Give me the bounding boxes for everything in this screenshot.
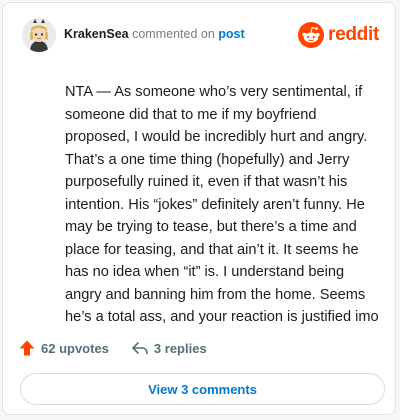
comment-actions: 62 upvotes 3 replies [18,337,207,359]
upvote-count: 62 upvotes [41,340,109,356]
username[interactable]: KrakenSea [64,27,129,41]
comment-card: KrakenSea commented on post reddit NTA —… [2,2,396,415]
post-link[interactable]: post [218,27,244,41]
view-comments-button[interactable]: View 3 comments [20,373,385,405]
reddit-snoo-icon [298,22,325,48]
comment-meta: KrakenSea commented on post [64,27,245,41]
upvote-button[interactable]: 62 upvotes [18,339,109,357]
reply-count: 3 replies [153,340,207,356]
replies-button[interactable]: 3 replies [131,340,207,356]
action-text: commented on [132,27,215,41]
avatar-character-icon [22,18,56,52]
upvote-arrow-icon [19,340,35,356]
reddit-wordmark: reddit [328,24,379,45]
user-avatar[interactable] [22,18,56,52]
comment-header: KrakenSea commented on post reddit [22,18,379,52]
reply-arrow-icon [132,342,148,355]
comment-body: NTA — As someone who’s very sentimental,… [65,84,379,325]
reddit-brand[interactable]: reddit [298,21,379,49]
